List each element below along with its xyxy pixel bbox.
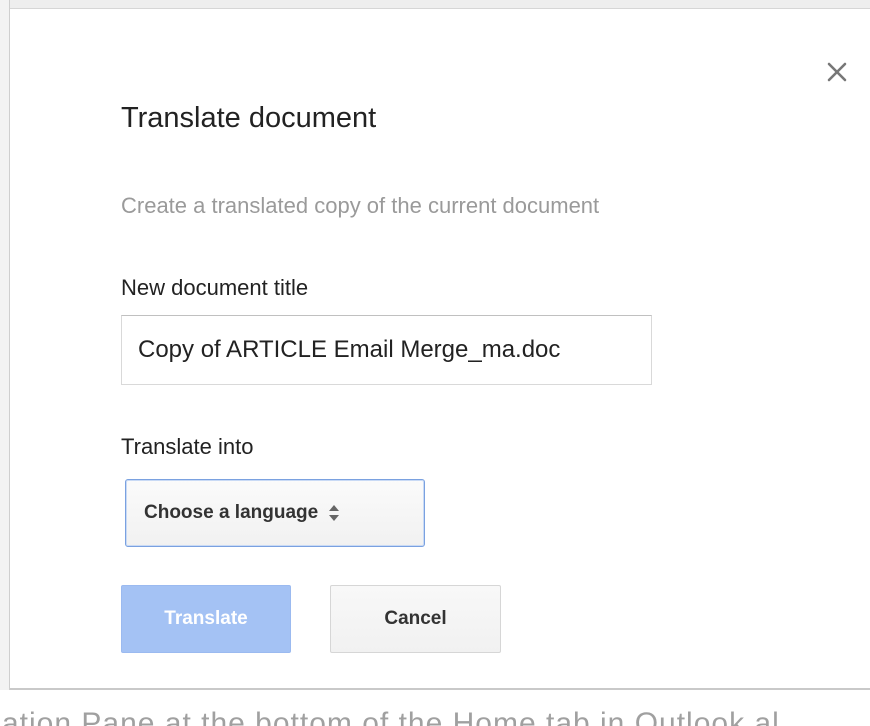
language-select-value: Choose a language bbox=[144, 502, 319, 523]
dialog-subtitle: Create a translated copy of the current … bbox=[121, 193, 600, 218]
translate-button[interactable]: Translate bbox=[121, 585, 291, 653]
cancel-button[interactable]: Cancel bbox=[330, 585, 501, 653]
close-button[interactable] bbox=[822, 57, 852, 87]
close-icon bbox=[822, 57, 852, 87]
translate-document-dialog: Translate document Create a translated c… bbox=[10, 9, 870, 690]
background-document-text: ation Pane at the bottom of the Home tab… bbox=[2, 707, 780, 726]
language-select[interactable]: Choose a language bbox=[125, 479, 425, 547]
background-document-strip: ation Pane at the bottom of the Home tab… bbox=[0, 692, 870, 726]
translate-into-label: Translate into bbox=[121, 434, 254, 459]
up-down-arrows-icon bbox=[328, 504, 340, 522]
new-document-title-label: New document title bbox=[121, 275, 309, 300]
window-left-edge bbox=[0, 0, 10, 690]
new-document-title-input[interactable] bbox=[121, 315, 652, 385]
window-top-edge bbox=[0, 0, 870, 9]
dialog-title: Translate document bbox=[121, 102, 377, 134]
